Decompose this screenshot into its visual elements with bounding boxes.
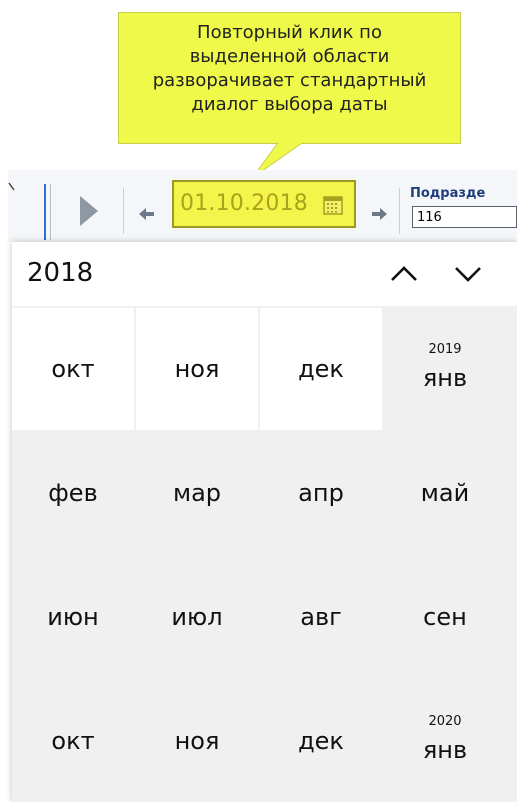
month-cell-label: дек — [298, 727, 344, 755]
callout-text: Повторный клик по выделенной области раз… — [119, 21, 460, 117]
divider — [50, 184, 51, 240]
month-cell[interactable]: июн — [12, 556, 134, 678]
month-cell[interactable]: мар — [136, 432, 258, 554]
subdivision-label: Подразде — [410, 186, 486, 201]
callout-line: разворачивает стандартный — [152, 70, 427, 91]
month-cell[interactable]: 2019 янв — [384, 308, 506, 430]
divider — [123, 188, 124, 234]
month-cell[interactable]: фев — [12, 432, 134, 554]
month-cell-label: ноя — [174, 355, 220, 383]
month-cell-label: окт — [51, 727, 95, 755]
month-cell-label: окт — [51, 355, 95, 383]
month-cell[interactable]: июл — [136, 556, 258, 678]
month-cell-label: сен — [423, 603, 467, 631]
month-cell[interactable]: 2020 янв — [384, 680, 506, 802]
callout-line: выделенной области — [189, 46, 390, 67]
month-cell-label: ноя — [174, 727, 220, 755]
month-picker-header: 2018 — [12, 242, 517, 306]
play-icon[interactable] — [78, 194, 100, 228]
active-indicator-line — [44, 184, 46, 240]
month-cell[interactable]: окт — [12, 308, 134, 430]
month-cell-label: янв — [422, 736, 468, 764]
month-cell[interactable]: май — [384, 432, 506, 554]
month-cell[interactable]: апр — [260, 432, 382, 554]
date-value: 01.10.2018 — [180, 191, 308, 216]
callout-tooltip: Повторный клик по выделенной области раз… — [118, 12, 461, 144]
divider — [399, 188, 400, 234]
month-cell[interactable]: окт — [12, 680, 134, 802]
month-cell[interactable]: авг — [260, 556, 382, 678]
month-cell[interactable]: ноя — [136, 308, 258, 430]
month-cell-label: мар — [172, 479, 222, 507]
month-picker-popup: 2018 окт ноя дек 2019 янв фев мар апр май июн июл а… — [12, 242, 517, 802]
month-cell-label: авг — [300, 603, 342, 631]
month-cell-label: июл — [171, 603, 223, 631]
calendar-icon[interactable] — [322, 194, 344, 216]
month-cell-label: июн — [47, 603, 99, 631]
month-cell-year: 2019 — [428, 342, 462, 357]
arrow-right-icon[interactable] — [370, 205, 388, 223]
month-cell[interactable]: ноя — [136, 680, 258, 802]
month-cell-label: фев — [48, 479, 98, 507]
month-cell[interactable]: дек — [260, 308, 382, 430]
current-year[interactable]: 2018 — [27, 258, 93, 288]
date-selector[interactable]: 01.10.2018 — [172, 180, 356, 228]
month-cell[interactable]: дек — [260, 680, 382, 802]
month-cell-label: янв — [422, 364, 468, 392]
month-cell-label: май — [420, 479, 470, 507]
chevron-up-icon[interactable] — [386, 256, 422, 292]
month-cell-year: 2020 — [428, 714, 462, 729]
month-cell-label: апр — [298, 479, 344, 507]
arrow-left-icon[interactable] — [138, 205, 156, 223]
callout-line: диалог выбора даты — [191, 94, 388, 115]
callout-line: Повторный клик по — [197, 22, 382, 43]
month-cell-label: дек — [298, 355, 344, 383]
chevron-down-icon[interactable] — [450, 256, 486, 292]
subdivision-input[interactable]: 116 — [412, 206, 517, 228]
resize-mark-icon — [8, 182, 15, 191]
month-cell[interactable]: сен — [384, 556, 506, 678]
toolbar: 01.10.2018 Подразде 116 — [0, 170, 517, 242]
